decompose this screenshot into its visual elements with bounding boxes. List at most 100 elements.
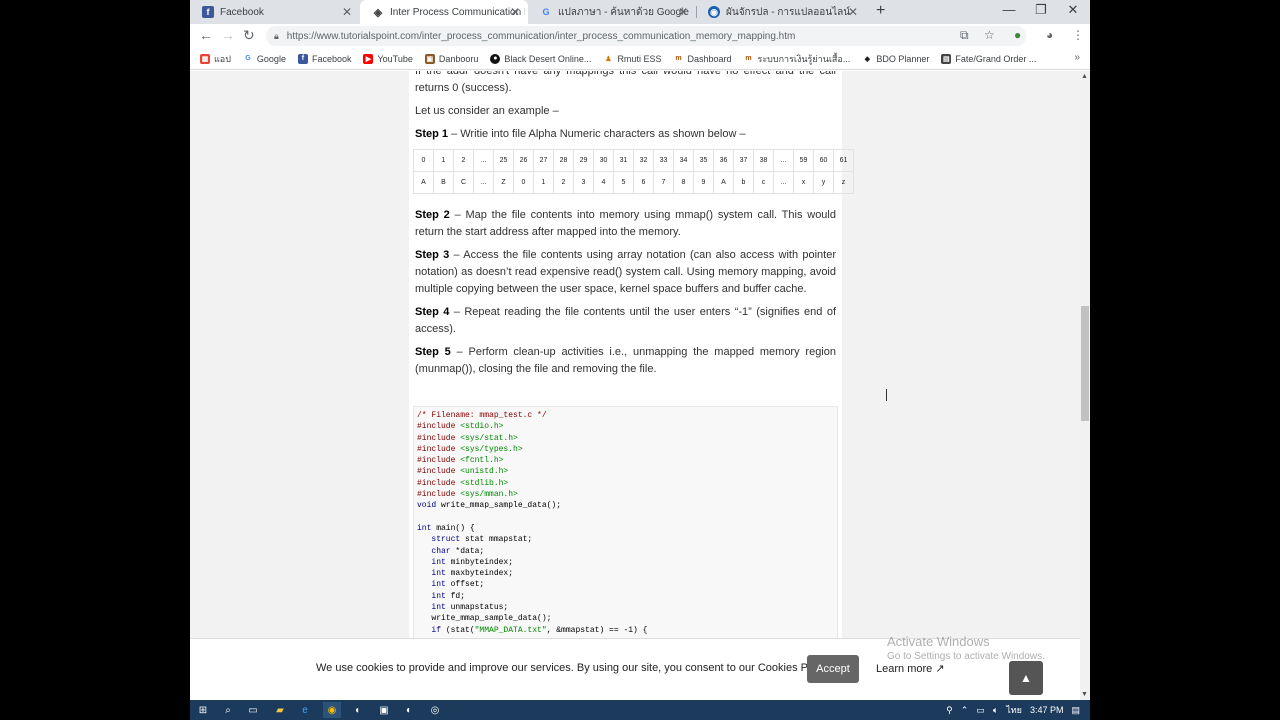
bookmark-danbooru[interactable]: ▣ Danbooru (424, 53, 478, 64)
google-icon: G (245, 55, 251, 62)
char-row: A B C... Z 0 1 2 3 4 5 6 7 8 9 Ab c... x y z (413, 171, 854, 194)
tab-translate[interactable]: ◉ ผันจักรปล - การแปลออนไลน์ ✕ (696, 0, 866, 24)
file-explorer-icon[interactable]: ▰ (271, 702, 289, 718)
menu-icon[interactable]: ⋮ (1072, 28, 1084, 42)
new-tab-icon[interactable]: + (876, 2, 885, 20)
bookmark-facebook[interactable]: f Facebook (297, 53, 351, 64)
vscode-icon[interactable]: ◖ (348, 702, 366, 718)
browser-toolbar: ← → ↻ 🔒︎ https://www.tutorialspoint.com/… (190, 24, 1090, 48)
tab-label: Facebook (220, 6, 264, 18)
accept-cookies-button[interactable]: Accept (807, 655, 859, 683)
clock[interactable]: 3:47 PM (1030, 705, 1064, 715)
tab-facebook[interactable]: f Facebook ✕ (190, 0, 360, 24)
close-window-icon[interactable]: ✕ (1058, 2, 1088, 18)
code-line: struct stat mmapstat; (417, 534, 834, 545)
obs-icon[interactable]: ◎ (426, 702, 444, 718)
game-icon[interactable]: ◐ (400, 702, 418, 718)
code-line: #include <sys/mman.h> (417, 489, 834, 500)
translate-page-icon[interactable]: ⧉ (960, 28, 969, 43)
table-cell-char: 0 (513, 171, 534, 194)
volume-icon[interactable]: 🔈︎ (993, 705, 998, 716)
close-icon[interactable]: ✕ (510, 5, 520, 19)
notifications-icon[interactable]: ▤ (1071, 705, 1080, 716)
chevron-up-icon[interactable]: ⌃ (961, 705, 969, 716)
index-row: 0 1 2... 25 26 27 28 29 30 31 32 33 34 35 36 37 38... 59 6… (413, 149, 854, 172)
watermark-subtitle: Go to Settings to activate Windows. (887, 651, 1045, 662)
table-cell-char: A (413, 171, 434, 194)
code-line: int fd; (417, 591, 834, 602)
back-icon[interactable]: ← (199, 27, 213, 43)
tab-tutorialspoint[interactable]: ◈ Inter Process Communication Me ✕ (360, 0, 528, 24)
task-view-icon[interactable]: ▭ (244, 702, 262, 718)
code-line: #include <sys/types.h> (417, 444, 834, 455)
edge-icon[interactable]: e (296, 702, 314, 718)
code-token: /* Filename: mmap_test.c */ (417, 411, 547, 420)
table-cell-index: 35 (693, 149, 714, 172)
code-line: int unmapstatus; (417, 602, 834, 613)
fgo-icon: ▤ (941, 53, 952, 64)
bookmark-fgo[interactable]: ▤ Fate/Grand Order ... (941, 53, 1036, 64)
code-token: <stdio.h> (460, 422, 504, 432)
step-text: – Map the file contents into memory usin… (415, 209, 836, 238)
cookie-message: We use cookies to provide and improve ou… (316, 662, 833, 674)
bookmark-youtube[interactable]: ▶ YouTube (363, 53, 413, 64)
bookmark-label: แอป (214, 53, 231, 64)
windows-start-icon[interactable]: ⊞ (194, 702, 212, 718)
restore-icon[interactable]: ❐ (1026, 2, 1056, 18)
code-line: #include <sys/stat.h> (417, 433, 834, 444)
scroll-to-top-button[interactable]: ▲ (1009, 661, 1043, 695)
table-cell-char: ... (473, 171, 494, 194)
table-cell-char: 1 (533, 171, 554, 194)
address-bar[interactable]: 🔒︎ https://www.tutorialspoint.com/inter_… (266, 26, 1026, 46)
bookmark-google[interactable]: G Google (243, 54, 286, 64)
lock-icon: 🔒︎ (274, 30, 279, 41)
search-icon[interactable]: ⌕ (219, 702, 237, 718)
scrollbar-thumb[interactable] (1081, 306, 1089, 421)
profile-icon[interactable]: ◕ (1046, 28, 1053, 42)
bookmark-black-desert[interactable]: ● Black Desert Online... (490, 53, 591, 64)
app-icon[interactable]: ▣ (375, 702, 393, 718)
minimize-icon[interactable]: — (994, 2, 1024, 17)
more-bookmarks-icon[interactable]: » (1074, 52, 1080, 63)
close-icon[interactable]: ✕ (342, 5, 352, 19)
code-token: <unistd.h> (460, 467, 509, 477)
bookmarks-bar: ▦ แอป G Google f Facebook ▶ YouTube ▣ Danboor… (190, 48, 1090, 70)
learn-more-link[interactable]: Learn more ↗ (876, 662, 945, 675)
code-line: #include <stdlib.h> (417, 478, 834, 489)
step-text: – Access the file contents using array n… (415, 249, 836, 295)
bookmark-star-icon[interactable]: ☆ (984, 28, 995, 42)
bookmark-bdo-planner[interactable]: ◆ BDO Planner (862, 54, 930, 64)
close-icon[interactable]: ✕ (678, 5, 688, 19)
forward-icon[interactable]: → (221, 27, 235, 43)
vertical-scrollbar[interactable]: ▲ ▼ (1080, 71, 1090, 700)
bookmark-label: ระบบการเงินรู้ย่านเสื้อ... (757, 53, 851, 64)
language-indicator[interactable]: ไทย (1006, 703, 1022, 717)
code-token: stat mmapstat; (460, 535, 533, 545)
code-line: int main() { (417, 523, 834, 534)
table-cell-index: 33 (653, 149, 674, 172)
chrome-icon[interactable]: ◉ (323, 702, 341, 718)
step-text: – Writie into file Alpha Numeric charact… (448, 128, 746, 140)
table-cell-index: 38 (753, 149, 774, 172)
network-icon[interactable]: ▭ (976, 705, 985, 716)
table-cell-char: y (813, 171, 834, 194)
bookmark-finance[interactable]: m ระบบการเงินรู้ย่านเสื้อ... (743, 52, 850, 66)
table-cell-char: 4 (593, 171, 614, 194)
tab-google-translate[interactable]: G แปลภาษา - ค้นหาด้วย Google ✕ (528, 0, 696, 24)
watermark-title: Activate Windows (887, 634, 990, 649)
close-icon[interactable]: ✕ (848, 5, 858, 19)
table-cell-index: ... (773, 149, 794, 172)
text-cursor (886, 389, 887, 401)
scroll-up-icon[interactable]: ▲ (1081, 73, 1088, 80)
bookmark-dashboard[interactable]: m Dashboard (673, 54, 731, 64)
code-line: #include <fcntl.h> (417, 455, 834, 466)
reload-icon[interactable]: ↻ (243, 27, 255, 44)
code-token: <sys/mman.h> (460, 490, 518, 500)
external-link-icon: ↗ (935, 663, 945, 675)
code-token: unmapstatus; (445, 603, 509, 613)
people-icon[interactable]: ⚲ (946, 705, 953, 716)
scroll-down-icon[interactable]: ▼ (1081, 691, 1088, 698)
bookmark-rmuti[interactable]: ♟ Rmuti ESS (603, 54, 661, 64)
bookmark-apps[interactable]: ▦ แอป (200, 52, 231, 66)
extension-icon[interactable]: ● (1014, 28, 1021, 42)
